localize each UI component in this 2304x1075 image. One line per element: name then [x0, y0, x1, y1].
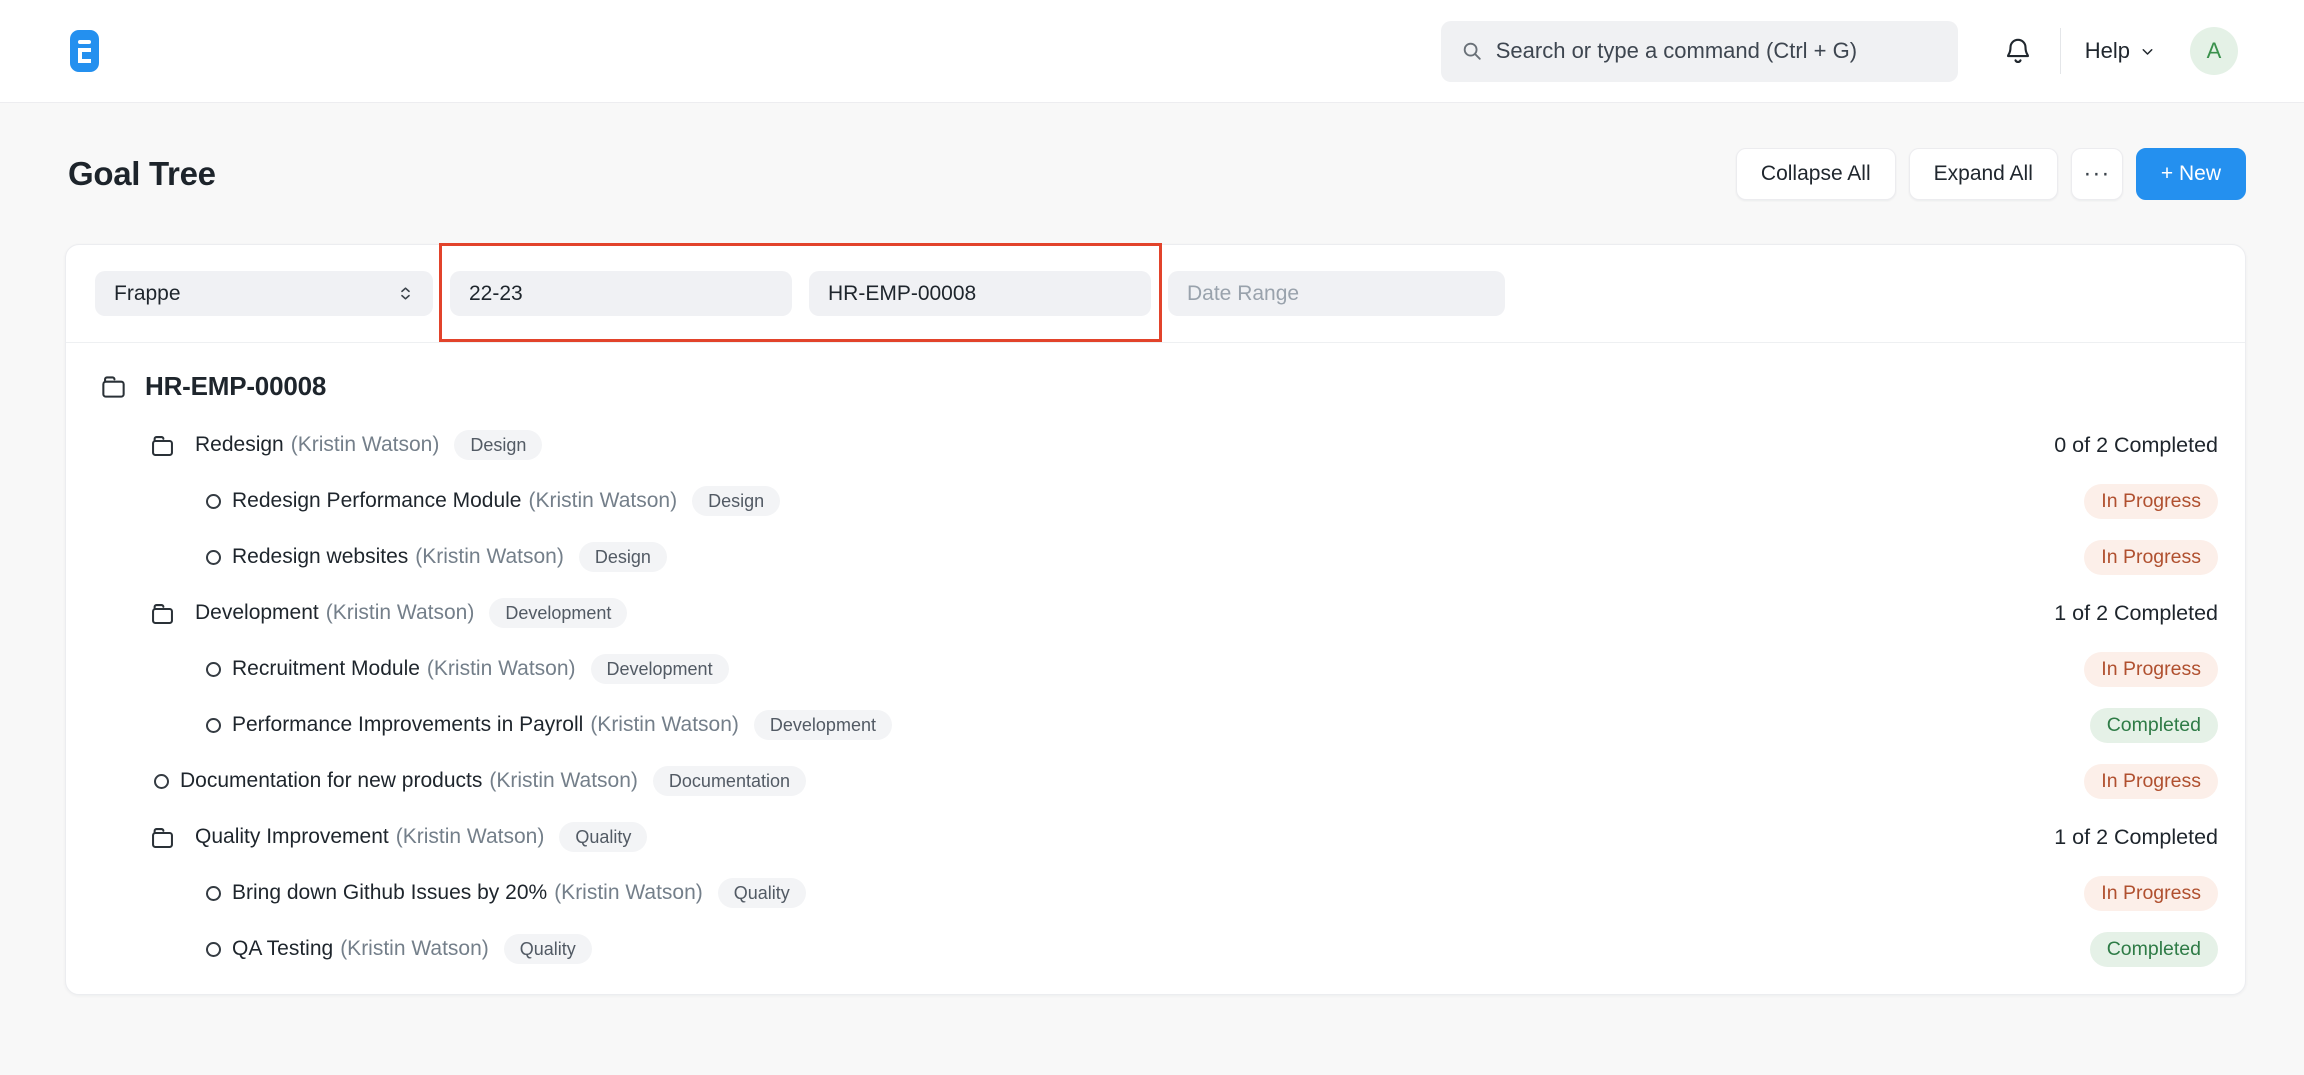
collapse-all-button[interactable]: Collapse All — [1736, 148, 1896, 200]
filter-bar: Frappe — [66, 245, 2245, 343]
employee-input[interactable] — [809, 271, 1151, 316]
tree-row-root[interactable]: HR-EMP-00008 — [66, 355, 2245, 417]
goal-owner: (Kristin Watson) — [340, 937, 489, 961]
folder-icon — [149, 432, 176, 459]
page-title: Goal Tree — [68, 155, 1736, 193]
avatar[interactable]: A — [2190, 27, 2238, 75]
goal-tag: Design — [454, 430, 542, 460]
goal-tag: Design — [692, 486, 780, 516]
goal-tag: Quality — [504, 934, 592, 964]
goal-owner: (Kristin Watson) — [415, 545, 564, 569]
chevrons-up-down-icon — [397, 285, 414, 302]
goal-label: Redesign websites — [232, 545, 408, 569]
folder-icon — [149, 600, 176, 627]
folder-icon — [149, 824, 176, 851]
goal-tag: Design — [579, 542, 667, 572]
goal-owner: (Kristin Watson) — [326, 601, 475, 625]
global-search[interactable] — [1441, 21, 1958, 82]
tree-row[interactable]: Recruitment Module (Kristin Watson) Deve… — [66, 641, 2245, 697]
completion-count: 1 of 2 Completed — [2054, 601, 2218, 626]
date-range-input[interactable] — [1168, 271, 1505, 316]
search-input[interactable] — [1496, 38, 1938, 64]
circle-icon — [206, 494, 221, 509]
circle-icon — [206, 942, 221, 957]
goal-label: Redesign — [195, 433, 284, 457]
navbar: Help A — [0, 0, 2304, 103]
avatar-letter: A — [2207, 38, 2222, 64]
goal-owner: (Kristin Watson) — [427, 657, 576, 681]
root-label: HR-EMP-00008 — [145, 371, 326, 402]
ellipsis-icon: ··· — [2083, 160, 2110, 188]
status-badge: Completed — [2090, 932, 2218, 967]
company-select-value: Frappe — [114, 282, 181, 306]
goal-owner: (Kristin Watson) — [554, 881, 703, 905]
tree-row[interactable]: Documentation for new products (Kristin … — [66, 753, 2245, 809]
goal-tag: Quality — [718, 878, 806, 908]
help-label: Help — [2085, 38, 2130, 64]
status-badge: In Progress — [2084, 764, 2218, 799]
goal-tag: Quality — [559, 822, 647, 852]
tree-row[interactable]: Performance Improvements in Payroll (Kri… — [66, 697, 2245, 753]
completion-count: 0 of 2 Completed — [2054, 433, 2218, 458]
circle-icon — [206, 886, 221, 901]
circle-icon — [154, 774, 169, 789]
tree-row[interactable]: Development (Kristin Watson) Development… — [66, 585, 2245, 641]
expand-all-button[interactable]: Expand All — [1909, 148, 2058, 200]
goal-tree-card: Frappe HR-EMP-00008 Redesign — [65, 244, 2246, 995]
status-badge: In Progress — [2084, 484, 2218, 519]
goal-label: Redesign Performance Module — [232, 489, 522, 513]
search-icon — [1461, 40, 1483, 62]
tree-row[interactable]: Redesign websites (Kristin Watson) Desig… — [66, 529, 2245, 585]
tree-row[interactable]: Quality Improvement (Kristin Watson) Qua… — [66, 809, 2245, 865]
goal-label: Performance Improvements in Payroll — [232, 713, 583, 737]
company-select[interactable]: Frappe — [95, 271, 433, 316]
goal-owner: (Kristin Watson) — [590, 713, 739, 737]
goal-owner: (Kristin Watson) — [489, 769, 638, 793]
new-button[interactable]: + New — [2136, 148, 2246, 200]
goal-label: Recruitment Module — [232, 657, 420, 681]
status-badge: In Progress — [2084, 652, 2218, 687]
app-logo-icon[interactable] — [70, 30, 99, 72]
status-badge: In Progress — [2084, 876, 2218, 911]
goal-label: Development — [195, 601, 319, 625]
cycle-input[interactable] — [450, 271, 792, 316]
circle-icon — [206, 550, 221, 565]
goal-owner: (Kristin Watson) — [396, 825, 545, 849]
goal-owner: (Kristin Watson) — [291, 433, 440, 457]
circle-icon — [206, 718, 221, 733]
goal-tree: HR-EMP-00008 Redesign (Kristin Watson) D… — [66, 343, 2245, 977]
circle-icon — [206, 662, 221, 677]
tree-row[interactable]: Bring down Github Issues by 20% (Kristin… — [66, 865, 2245, 921]
goal-label: Bring down Github Issues by 20% — [232, 881, 547, 905]
tree-row[interactable]: QA Testing (Kristin Watson) Quality Comp… — [66, 921, 2245, 977]
goal-tag: Documentation — [653, 766, 806, 796]
goal-tag: Development — [754, 710, 892, 740]
goal-label: Documentation for new products — [180, 769, 482, 793]
tree-row[interactable]: Redesign Performance Module (Kristin Wat… — [66, 473, 2245, 529]
bell-icon — [2003, 36, 2033, 66]
goal-label: QA Testing — [232, 937, 333, 961]
header-actions: Collapse All Expand All ··· + New — [1736, 148, 2246, 200]
goal-tag: Development — [489, 598, 627, 628]
tree-row[interactable]: Redesign (Kristin Watson) Design 0 of 2 … — [66, 417, 2245, 473]
help-menu[interactable]: Help — [2085, 38, 2156, 64]
goal-label: Quality Improvement — [195, 825, 389, 849]
status-badge: In Progress — [2084, 540, 2218, 575]
more-options-button[interactable]: ··· — [2071, 148, 2123, 200]
goal-tag: Development — [591, 654, 729, 684]
status-badge: Completed — [2090, 708, 2218, 743]
navbar-divider — [2060, 28, 2061, 74]
notifications-button[interactable] — [1996, 36, 2040, 66]
folder-icon — [99, 372, 128, 401]
completion-count: 1 of 2 Completed — [2054, 825, 2218, 850]
chevron-down-icon — [2139, 43, 2156, 60]
goal-owner: (Kristin Watson) — [529, 489, 678, 513]
page-header: Goal Tree Collapse All Expand All ··· + … — [0, 103, 2304, 244]
